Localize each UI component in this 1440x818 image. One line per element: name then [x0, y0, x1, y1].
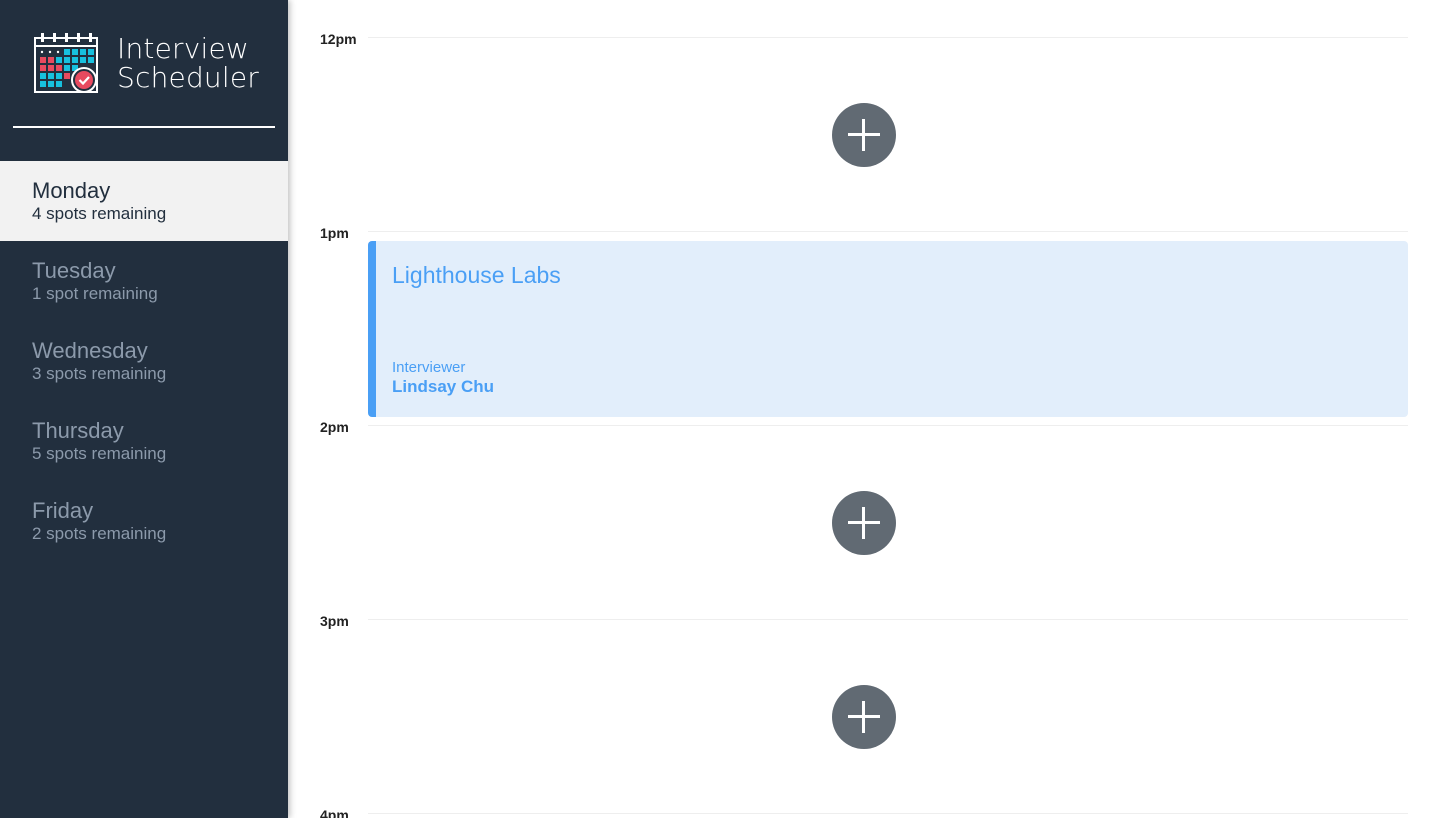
slot-3pm: 3pm [288, 582, 1440, 776]
slot-divider [368, 231, 1408, 232]
slot-time: 3pm [320, 613, 349, 629]
calendar-check-icon [33, 32, 99, 94]
appointment-student: Lighthouse Labs [392, 262, 561, 288]
slot-4pm: 4pm [288, 776, 1440, 818]
slot-time: 2pm [320, 419, 349, 435]
day-name: Friday [32, 498, 94, 523]
day-name: Tuesday [32, 258, 116, 283]
slot-divider [368, 813, 1408, 814]
app-title-line1: Interview [117, 32, 249, 65]
slot-divider [368, 619, 1408, 620]
interviewer-label: Interviewer [392, 359, 466, 376]
day-spots: 1 spot remaining [32, 284, 158, 303]
slot-divider [368, 37, 1408, 38]
day-spots: 3 spots remaining [32, 364, 167, 383]
day-spots: 2 spots remaining [32, 524, 167, 543]
day-name: Wednesday [32, 338, 148, 363]
day-name: Monday [32, 178, 111, 203]
slot-time: 1pm [320, 225, 349, 241]
day-item-thursday[interactable]: Thursday 5 spots remaining [0, 401, 288, 481]
add-icon[interactable] [832, 685, 896, 749]
day-item-monday[interactable]: Monday 4 spots remaining [0, 161, 288, 241]
day-list: Monday 4 spots remaining Tuesday 1 spot … [0, 161, 288, 561]
day-spots: 4 spots remaining [32, 204, 167, 223]
app-title-line2: Scheduler [117, 61, 259, 94]
day-item-tuesday[interactable]: Tuesday 1 spot remaining [0, 241, 288, 321]
slot-2pm: 2pm [288, 388, 1440, 582]
day-item-friday[interactable]: Friday 2 spots remaining [0, 481, 288, 561]
day-name: Thursday [32, 418, 124, 443]
day-item-wednesday[interactable]: Wednesday 3 spots remaining [0, 321, 288, 401]
slot-time: 12pm [320, 31, 357, 47]
slot-12pm: 12pm [288, 0, 1440, 194]
add-icon[interactable] [832, 491, 896, 555]
sidebar-separator [13, 126, 275, 128]
sidebar: Interview Scheduler Monday 4 spots remai… [0, 0, 288, 818]
app-title: Interview Scheduler [117, 34, 259, 92]
add-icon[interactable] [832, 103, 896, 167]
brand: Interview Scheduler [33, 32, 259, 94]
slot-time: 4pm [320, 807, 349, 818]
day-spots: 5 spots remaining [32, 444, 167, 463]
schedule: 12pm 1pm Lighthouse Labs Interviewer Lin… [288, 0, 1440, 818]
slot-divider [368, 425, 1408, 426]
